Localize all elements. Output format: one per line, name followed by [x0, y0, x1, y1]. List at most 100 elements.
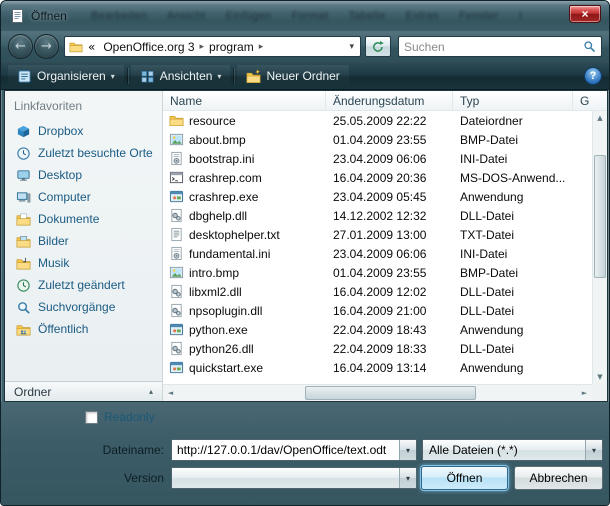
file-row-crashrep-com[interactable]: crashrep.com16.04.2009 20:36MS-DOS-Anwen…	[163, 168, 592, 187]
file-date-cell: 23.04.2009 06:06	[326, 247, 453, 261]
file-name-cell: dbghelp.dll	[163, 208, 326, 223]
file-date-cell: 16.04.2009 13:14	[326, 361, 453, 375]
file-row-libxml2-dll[interactable]: libxml2.dll16.04.2009 12:02DLL-Datei	[163, 282, 592, 301]
sidebar-item-label: Computer	[38, 190, 91, 204]
msdos-file-icon	[169, 170, 184, 185]
horizontal-scrollbar-thumb[interactable]	[305, 386, 477, 400]
breadcrumb-segment-root[interactable]: OpenOffice.org 3	[100, 40, 197, 54]
sidebar-item-musik[interactable]: Musik	[5, 252, 162, 274]
dll-file-icon	[169, 284, 184, 299]
file-date-cell: 22.04.2009 18:43	[326, 323, 453, 337]
file-name-cell: crashrep.exe	[163, 189, 326, 204]
sidebar-item-zuletzt-besuchte-orte[interactable]: Zuletzt besuchte Orte	[5, 142, 162, 164]
filename-dropdown-icon[interactable]	[399, 440, 416, 460]
file-date-cell: 16.04.2009 21:00	[326, 304, 453, 318]
folders-expander[interactable]: Ordner	[5, 381, 162, 401]
refresh-button[interactable]	[365, 36, 391, 57]
file-name: fundamental.ini	[189, 247, 270, 261]
breadcrumb-dropdown-icon[interactable]	[347, 42, 356, 52]
scroll-down-arrow[interactable]	[593, 370, 607, 384]
file-row-python26-dll[interactable]: python26.dll22.04.2009 18:33DLL-Datei	[163, 339, 592, 358]
file-row-quickstart-exe[interactable]: quickstart.exe16.04.2009 13:14Anwendung	[163, 358, 592, 377]
scrollbar-corner	[592, 384, 607, 401]
file-date-cell: 23.04.2009 05:45	[326, 190, 453, 204]
sidebar-item-label: Suchvorgänge	[38, 300, 115, 314]
file-row-fundamental-ini[interactable]: fundamental.ini23.04.2009 06:06INI-Datei	[163, 244, 592, 263]
sidebar-item-dropbox[interactable]: Dropbox	[5, 120, 162, 142]
file-type-cell: DLL-Datei	[453, 304, 573, 318]
version-label: Version	[4, 471, 164, 485]
file-type-cell: BMP-Datei	[453, 133, 573, 147]
recent-changes-icon	[16, 278, 31, 293]
column-header-typ[interactable]: Typ	[453, 91, 573, 110]
sidebar-item-bilder[interactable]: Bilder	[5, 230, 162, 252]
desktop-icon	[16, 168, 31, 183]
file-name-cell: libxml2.dll	[163, 284, 326, 299]
breadcrumb-segment-current[interactable]: program	[206, 40, 257, 54]
readonly-option: Readonly	[85, 410, 155, 424]
search-box[interactable]	[398, 36, 602, 57]
chevron-right-icon[interactable]	[200, 42, 205, 52]
file-row-dbghelp-dll[interactable]: dbghelp.dll14.12.2002 12:32DLL-Datei	[163, 206, 592, 225]
column-header-änderungsdatum[interactable]: Änderungsdatum	[326, 91, 453, 110]
search-input[interactable]	[404, 40, 583, 54]
chevron-right-icon[interactable]	[259, 42, 264, 52]
breadcrumb-overflow[interactable]: «	[85, 40, 98, 54]
file-row-python-exe[interactable]: python.exe22.04.2009 18:43Anwendung	[163, 320, 592, 339]
file-name: crashrep.exe	[189, 190, 258, 204]
file-row-about-bmp[interactable]: about.bmp01.04.2009 23:55BMP-Datei	[163, 130, 592, 149]
sidebar-item-computer[interactable]: Computer	[5, 186, 162, 208]
file-type-cell: Anwendung	[453, 323, 573, 337]
sidebar-item-öffentlich[interactable]: Öffentlich	[5, 318, 162, 340]
horizontal-scrollbar[interactable]	[163, 384, 592, 401]
file-row-bootstrap-ini[interactable]: bootstrap.ini23.04.2009 06:06INI-Datei	[163, 149, 592, 168]
scroll-up-arrow[interactable]	[593, 111, 607, 125]
box-icon	[16, 124, 31, 139]
file-row-npsoplugin-dll[interactable]: npsoplugin.dll16.04.2009 21:00DLL-Datei	[163, 301, 592, 320]
new-folder-button[interactable]: Neuer Ordner	[237, 65, 348, 87]
file-type-cell: BMP-Datei	[453, 266, 573, 280]
vertical-scrollbar-thumb[interactable]	[594, 155, 606, 278]
sidebar-item-desktop[interactable]: Desktop	[5, 164, 162, 186]
file-type-cell: INI-Datei	[453, 152, 573, 166]
cancel-button[interactable]: Abbrechen	[514, 466, 603, 490]
main-area: Linkfavoriten DropboxZuletzt besuchte Or…	[4, 90, 608, 402]
filename-input[interactable]	[172, 443, 399, 457]
dll-file-icon	[169, 208, 184, 223]
scroll-right-arrow[interactable]	[577, 385, 592, 401]
toolbar-separator	[233, 68, 234, 84]
titlebar[interactable]: Bearbeiten Ansicht Einfügen Format Tabel…	[1, 1, 609, 31]
file-type-cell: DLL-Datei	[453, 209, 573, 223]
organize-icon	[17, 69, 32, 84]
breadcrumb-bar[interactable]: « OpenOffice.org 3 program	[64, 36, 361, 57]
organize-button[interactable]: Organisieren	[8, 65, 124, 87]
vertical-scrollbar[interactable]	[592, 111, 607, 384]
version-dropdown-icon[interactable]	[399, 468, 416, 488]
views-button[interactable]: Ansichten	[131, 65, 231, 87]
readonly-checkbox[interactable]	[85, 411, 98, 424]
sidebar-item-zuletzt-geändert[interactable]: Zuletzt geändert	[5, 274, 162, 296]
file-row-desktophelper-txt[interactable]: desktophelper.txt27.01.2009 13:00TXT-Dat…	[163, 225, 592, 244]
dialog-icon	[10, 8, 26, 24]
file-row-intro-bmp[interactable]: intro.bmp01.04.2009 23:55BMP-Datei	[163, 263, 592, 282]
column-header-name[interactable]: Name	[163, 91, 326, 110]
forward-button[interactable]	[34, 34, 59, 59]
toolbar-separator	[127, 68, 128, 84]
version-combobox[interactable]	[171, 467, 417, 489]
open-button[interactable]: Öffnen	[421, 466, 508, 490]
sidebar-item-dokumente[interactable]: Dokumente	[5, 208, 162, 230]
file-name: python26.dll	[189, 342, 254, 356]
column-header-g[interactable]: G	[573, 91, 607, 110]
file-row-crashrep-exe[interactable]: crashrep.exe23.04.2009 05:45Anwendung	[163, 187, 592, 206]
back-button[interactable]	[8, 34, 33, 59]
sidebar-item-label: Musik	[38, 256, 69, 270]
filename-combobox[interactable]	[171, 439, 417, 461]
file-row-resource[interactable]: resource25.05.2009 22:22Dateiordner	[163, 111, 592, 130]
sidebar-item-suchvorgänge[interactable]: Suchvorgänge	[5, 296, 162, 318]
filetype-combobox[interactable]: Alle Dateien (*.*)	[422, 439, 603, 461]
file-name-cell: npsoplugin.dll	[163, 303, 326, 318]
scroll-left-arrow[interactable]	[163, 385, 178, 401]
filetype-dropdown-icon[interactable]	[585, 440, 602, 460]
close-button[interactable]	[569, 5, 601, 23]
help-button[interactable]: ?	[584, 67, 602, 85]
